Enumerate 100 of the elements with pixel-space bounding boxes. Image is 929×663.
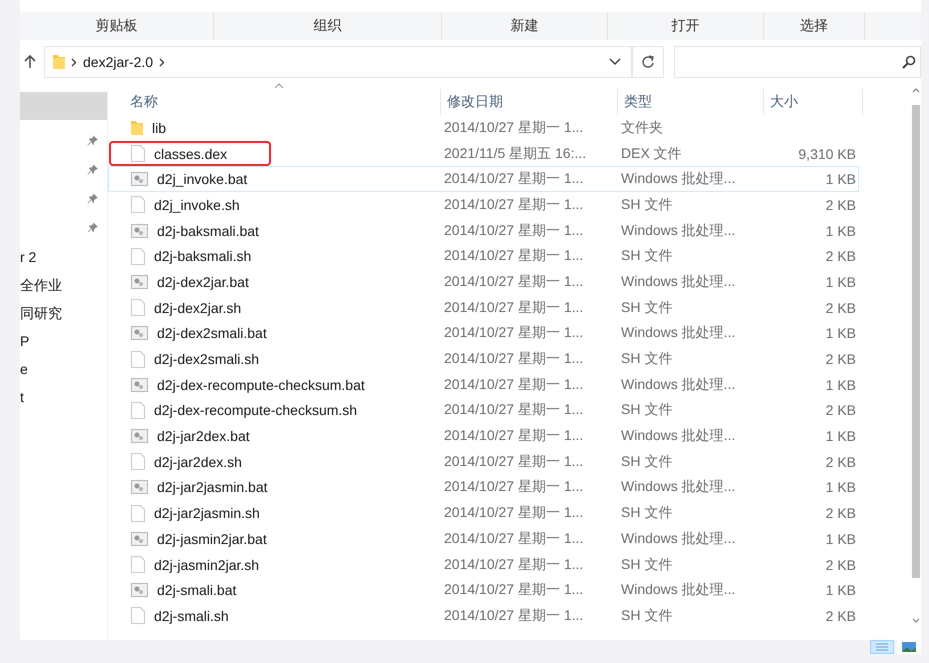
file-row[interactable]: d2j-dex-recompute-checksum.bat 2014/10/27 星期一 1... Windows 批处理... 1 KB xyxy=(108,372,859,398)
file-row[interactable]: d2j-smali.sh 2014/10/27 星期一 1... SH 文件 2 KB xyxy=(108,603,859,629)
pin-icon xyxy=(87,163,99,175)
file-icon xyxy=(131,402,145,419)
nav-item[interactable]: P xyxy=(20,327,107,355)
date-cell-text: 2014/10/27 星期一 1... xyxy=(443,196,584,214)
column-header[interactable]: 大小 xyxy=(764,89,863,115)
file-name: d2j-dex-recompute-checksum.bat xyxy=(157,376,365,393)
file-row[interactable]: d2j_invoke.bat 2014/10/27 星期一 1... Windows 批处理... 1 KB xyxy=(108,166,859,192)
file-row[interactable]: d2j-smali.bat 2014/10/27 星期一 1... Windows 批处理... 1 KB xyxy=(108,577,859,604)
file-icon xyxy=(131,248,145,265)
file-row[interactable]: d2j-baksmali.bat 2014/10/27 星期一 1... Windows 批处理... 1 KB xyxy=(108,218,859,244)
file-row[interactable]: d2j-dex-recompute-checksum.sh 2014/10/27 星期一 1... SH 文件 2 KB xyxy=(108,398,859,424)
column-header[interactable]: 名称 xyxy=(108,89,441,115)
size-cell-text: 2 KB xyxy=(824,454,856,470)
file-name: d2j-jasmin2jar.bat xyxy=(157,530,267,547)
file-name: d2j-smali.sh xyxy=(154,608,229,624)
file-icon xyxy=(131,453,145,470)
file-row[interactable]: d2j-dex2smali.bat 2014/10/27 星期一 1... Windows 批处理... 1 KB xyxy=(108,320,859,346)
folder-icon xyxy=(53,54,65,70)
type-cell-text: Windows 批处理... xyxy=(621,222,736,240)
date-cell-text: 2014/10/27 星期一 1... xyxy=(443,452,584,471)
type-cell-text: Windows 批处理... xyxy=(621,427,736,446)
type-cell-text: Windows 批处理... xyxy=(621,376,736,394)
file-row[interactable]: lib 2014/10/27 星期一 1... 文件夹 xyxy=(108,115,859,141)
gears-file-icon xyxy=(131,429,148,444)
dropdown-icon[interactable] xyxy=(609,58,621,66)
scroll-up-icon[interactable] xyxy=(912,87,920,93)
date-cell-text: 2014/10/27 星期一 1... xyxy=(443,478,584,496)
file-row[interactable]: classes.dex 2021/11/5 星期五 16:... DEX 文件 9,310 KB xyxy=(108,140,859,166)
file-row[interactable]: d2j-jar2jasmin.sh 2014/10/27 星期一 1... SH 文件 2 KB xyxy=(108,500,859,526)
date-cell-text: 2014/10/27 星期一 1... xyxy=(443,350,584,368)
size-cell-text: 2 KB xyxy=(824,248,856,264)
size-cell-text: 1 KB xyxy=(824,582,856,598)
date-cell-text: 2014/10/27 星期一 1... xyxy=(443,556,584,574)
type-cell-text: SH 文件 xyxy=(621,556,674,574)
search-field[interactable] xyxy=(674,46,921,78)
size-cell-text: 1 KB xyxy=(824,376,856,393)
size-cell-text: 1 KB xyxy=(824,171,856,188)
file-row[interactable]: d2j-jasmin2jar.sh 2014/10/27 星期一 1... SH 文件 2 KB xyxy=(108,552,859,578)
date-cell-text: 2014/10/27 星期一 1... xyxy=(443,222,584,240)
file-row[interactable]: d2j-jar2dex.sh 2014/10/27 星期一 1... SH 文件 2 KB xyxy=(108,448,859,475)
file-name: classes.dex xyxy=(154,146,228,162)
type-cell-text: SH 文件 xyxy=(621,504,674,522)
column-header[interactable]: 类型 xyxy=(618,89,764,115)
breadcrumb[interactable]: dex2jar-2.0 xyxy=(83,54,154,70)
date-cell-text: 2014/10/27 星期一 1... xyxy=(443,118,584,137)
file-row[interactable]: d2j-jasmin2jar.bat 2014/10/27 星期一 1... Windows 批处理... 1 KB xyxy=(108,526,859,552)
size-cell-text: 1 KB xyxy=(824,325,856,342)
date-cell-text: 2014/10/27 星期一 1... xyxy=(443,504,584,522)
type-cell-text: 文件夹 xyxy=(621,118,664,137)
file-row[interactable]: d2j-jar2jasmin.bat 2014/10/27 星期一 1... Windows 批处理... 1 KB xyxy=(108,474,859,500)
nav-item[interactable]: 全作业 xyxy=(20,271,107,299)
ribbon-group-label: 新建 xyxy=(510,17,538,35)
date-cell-text: 2014/10/27 星期一 1... xyxy=(443,272,584,291)
file-icon xyxy=(131,504,145,522)
up-arrow-icon[interactable] xyxy=(22,54,38,70)
file-name: d2j-baksmali.bat xyxy=(157,222,259,239)
date-cell-text: 2021/11/5 星期五 16:... xyxy=(443,144,588,163)
file-name: d2j-smali.bat xyxy=(157,582,236,598)
size-cell-text: 1 KB xyxy=(824,222,856,239)
date-cell-text: 2014/10/27 星期一 1... xyxy=(443,581,584,600)
date-cell-text: 2014/10/27 星期一 1... xyxy=(443,170,584,188)
type-cell-text: SH 文件 xyxy=(621,247,674,266)
ribbon-group-label: 剪贴板 xyxy=(96,17,138,35)
file-name: d2j-dex2smali.bat xyxy=(157,325,267,342)
file-row[interactable]: d2j-dex2smali.sh 2014/10/27 星期一 1... SH 文件 2 KB xyxy=(108,346,859,372)
gears-file-icon xyxy=(131,480,148,494)
size-cell-text: 2 KB xyxy=(824,556,856,573)
chevron-right-icon xyxy=(71,58,77,66)
type-cell-text: Windows 批处理... xyxy=(621,478,736,496)
type-cell-text: SH 文件 xyxy=(621,350,674,368)
file-row[interactable]: d2j-baksmali.sh 2014/10/27 星期一 1... SH 文件 2 KB xyxy=(108,243,859,270)
file-name: d2j_invoke.bat xyxy=(157,171,248,188)
chevron-right-icon xyxy=(159,58,166,66)
column-header[interactable]: 修改日期 xyxy=(441,89,618,115)
file-name: d2j-jasmin2jar.sh xyxy=(154,556,260,573)
address-field[interactable]: dex2jar-2.0 xyxy=(44,46,632,78)
type-cell-text: Windows 批处理... xyxy=(621,272,736,291)
size-cell-text: 1 KB xyxy=(824,274,856,290)
file-name: d2j-jar2dex.bat xyxy=(157,428,250,444)
date-cell-text: 2014/10/27 星期一 1... xyxy=(443,247,584,266)
date-cell-text: 2014/10/27 星期一 1... xyxy=(443,427,584,446)
file-icon xyxy=(131,350,145,368)
file-name: d2j-jar2jasmin.bat xyxy=(157,479,268,496)
icons-view-button[interactable] xyxy=(897,640,921,654)
file-row[interactable]: d2j-dex2jar.bat 2014/10/27 星期一 1... Windows 批处理... 1 KB xyxy=(108,269,859,295)
refresh-button[interactable] xyxy=(632,46,664,78)
file-row[interactable]: d2j_invoke.sh 2014/10/27 星期一 1... SH 文件 2 KB xyxy=(108,192,859,218)
file-row[interactable]: d2j-jar2dex.bat 2014/10/27 星期一 1... Windows 批处理... 1 KB xyxy=(108,423,859,449)
nav-item[interactable]: r 2 xyxy=(20,243,107,271)
gears-file-icon xyxy=(131,532,148,546)
scrollbar-thumb[interactable] xyxy=(912,105,920,578)
nav-item[interactable]: t xyxy=(20,383,107,411)
file-icon xyxy=(131,556,145,574)
scroll-down-icon[interactable] xyxy=(912,618,920,624)
nav-item[interactable]: 同研究 xyxy=(20,299,107,327)
picture-icon xyxy=(902,642,916,652)
nav-item[interactable]: e xyxy=(20,355,107,383)
file-row[interactable]: d2j-dex2jar.sh 2014/10/27 星期一 1... SH 文件 2 KB xyxy=(108,294,859,320)
